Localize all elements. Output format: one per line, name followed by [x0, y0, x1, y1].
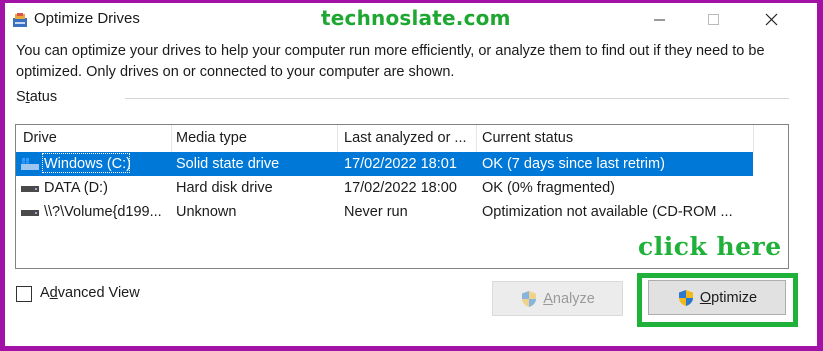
advanced-view-checkbox[interactable] — [16, 286, 32, 302]
current-status: OK (0% fragmented) — [482, 180, 615, 196]
current-status: OK (7 days since last retrim) — [482, 156, 665, 172]
hard-drive-icon — [21, 210, 39, 216]
watermark-text: technoslate.com — [321, 6, 511, 30]
maximize-button[interactable] — [691, 3, 737, 35]
column-header-last-analyzed[interactable]: Last analyzed or ... — [337, 125, 477, 152]
analyze-button[interactable]: Analyze — [492, 281, 623, 316]
optimize-drives-window: Optimize Drives technoslate.com You can … — [5, 3, 817, 346]
drive-name: DATA (D:) — [44, 180, 108, 196]
minimize-icon — [654, 19, 665, 21]
title-bar[interactable]: Optimize Drives technoslate.com — [5, 3, 817, 35]
media-type: Hard disk drive — [176, 180, 273, 196]
analyze-label: Analyze — [543, 290, 595, 307]
annotation-click-here: click here — [638, 232, 782, 261]
last-analyzed: Never run — [344, 204, 408, 220]
status-group-label: Status — [16, 89, 58, 105]
column-header-current-status[interactable]: Current status — [475, 125, 754, 152]
table-row[interactable]: Windows (C:) Solid state drive 17/02/202… — [16, 152, 754, 176]
optimize-drives-app-icon — [13, 13, 27, 27]
description-text: You can optimize your drives to help you… — [16, 43, 765, 80]
window-title: Optimize Drives — [34, 10, 140, 27]
drive-name: Windows (C:) — [44, 156, 132, 172]
annotation-highlight-box — [637, 273, 798, 327]
current-status: Optimization not available (CD-ROM ... — [482, 204, 733, 220]
hard-drive-icon — [21, 186, 39, 192]
media-type: Solid state drive — [176, 156, 280, 172]
minimize-button[interactable] — [637, 3, 683, 35]
maximize-icon — [708, 14, 719, 25]
status-divider — [125, 98, 789, 99]
drive-name: \\?\Volume{d199... — [44, 204, 162, 220]
column-header-drive[interactable]: Drive — [16, 125, 172, 152]
close-icon — [765, 13, 778, 26]
media-type: Unknown — [176, 204, 237, 220]
table-row[interactable]: \\?\Volume{d199... Unknown Never run Opt… — [16, 200, 754, 224]
windows-drive-icon — [21, 158, 39, 170]
last-analyzed: 17/02/2022 18:01 — [344, 156, 457, 172]
table-row[interactable]: DATA (D:) Hard disk drive 17/02/2022 18:… — [16, 176, 754, 200]
uac-shield-icon — [522, 290, 537, 307]
last-analyzed: 17/02/2022 18:00 — [344, 180, 457, 196]
list-header: Drive Media type Last analyzed or ... Cu… — [16, 125, 788, 152]
advanced-view-label[interactable]: Advanced View — [40, 285, 140, 301]
close-button[interactable] — [749, 3, 795, 35]
column-header-media-type[interactable]: Media type — [169, 125, 338, 152]
